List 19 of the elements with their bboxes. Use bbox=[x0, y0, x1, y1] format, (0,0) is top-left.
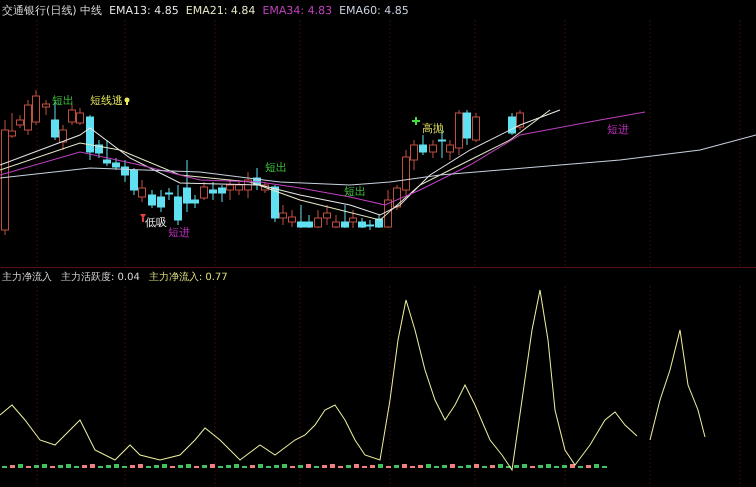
indicator-label: 主力净流入: 0.77 bbox=[148, 270, 228, 284]
signal-label: 短出 bbox=[52, 94, 74, 107]
signal-label: 低吸 bbox=[145, 216, 167, 229]
indicator-label: EMA21: 4.84 bbox=[186, 4, 256, 16]
indicator-label: EMA34: 4.83 bbox=[262, 4, 332, 16]
signal-label: 短进 bbox=[168, 226, 190, 239]
indicator-label: EMA60: 4.85 bbox=[339, 4, 409, 16]
indicator-label: 交通银行(日线) 中线 bbox=[2, 2, 102, 18]
signal-label: 短出 bbox=[344, 185, 366, 198]
signal-label: 短进 bbox=[607, 123, 629, 136]
indicator-label: 主力活跃度: 0.04 bbox=[61, 270, 140, 284]
lightbulb-icon bbox=[124, 98, 130, 105]
signal-label: 高抛 bbox=[422, 122, 444, 135]
arrow-icon bbox=[140, 214, 146, 222]
indicator-label: EMA13: 4.85 bbox=[109, 4, 179, 16]
signal-label: 短线逃 bbox=[90, 94, 123, 107]
indicator-label: 主力净流入 bbox=[2, 270, 52, 284]
plus-icon bbox=[412, 117, 420, 125]
signal-label: 短出 bbox=[265, 161, 287, 174]
